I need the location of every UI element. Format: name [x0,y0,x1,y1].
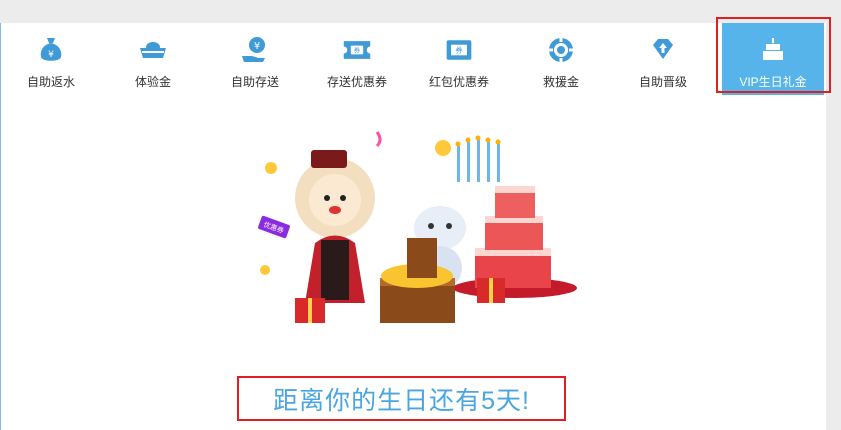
coupon-badge: 优惠券 [258,215,290,239]
tab-label: 红包优惠券 [428,75,489,89]
tab-label: 体验金 [134,75,171,89]
svg-text:¥: ¥ [254,41,260,52]
tab-self-deposit-bonus[interactable]: ¥ 自助存送 [204,23,306,95]
hand-coin-icon: ¥ [240,35,270,65]
tab-rescue-fund[interactable]: 救援金 [510,23,612,95]
tab-deposit-coupon[interactable]: 券 存送优惠券 [306,23,408,95]
highlight-frame-active-tab [716,17,831,93]
promotion-tab-bar: ¥ 自助返水 体验金 ¥ 自助存送 券 存送优惠券 券 红包优惠券 救援金 自助… [0,23,826,95]
tab-self-upgrade[interactable]: 自助晋级 [612,23,714,95]
birthday-countdown-text: 距离你的生日还有5天! [273,386,530,415]
svg-text:券: 券 [455,46,462,55]
gold-ingot-icon [138,35,168,65]
diamond-upgrade-icon [648,35,678,65]
birthday-countdown-box: 距离你的生日还有5天! [237,376,566,421]
tab-label: 救援金 [542,75,579,89]
tab-label: 自助晋级 [638,75,687,89]
coupon-ticket-icon: 券 [444,35,474,65]
tab-label: 自助返水 [26,75,75,89]
tab-self-rebate[interactable]: ¥ 自助返水 [0,23,102,95]
svg-text:¥: ¥ [48,50,54,60]
tab-red-envelope-coupon[interactable]: 券 红包优惠券 [408,23,510,95]
tab-label: 自助存送 [230,75,279,89]
tab-trial-bonus[interactable]: 体验金 [102,23,204,95]
lion-character [295,150,375,303]
birthday-illustration: 优惠券 [258,131,577,323]
coupon-icon: 券 [342,35,372,65]
money-bag-icon: ¥ [36,35,66,65]
chip-icon [546,35,576,65]
window-top-bar [0,0,841,23]
tab-label: 存送优惠券 [326,75,387,89]
birthday-cake-illustration [453,135,577,298]
svg-text:券: 券 [354,47,360,55]
